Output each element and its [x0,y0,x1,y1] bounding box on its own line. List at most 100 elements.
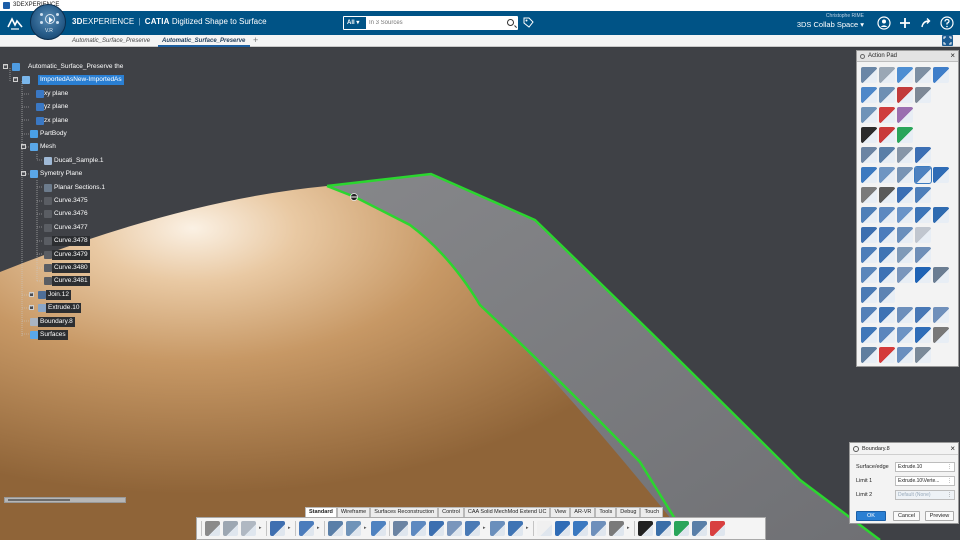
chevron-down-icon[interactable]: ⋮ [947,491,952,499]
chevron-right-icon[interactable]: ▸ [317,521,321,536]
solid-icon[interactable] [638,521,653,536]
command-icon[interactable] [879,347,895,363]
command-icon[interactable] [861,267,877,283]
command-icon[interactable] [897,147,913,163]
command-icon[interactable] [915,207,931,223]
section-tab[interactable]: Surfaces Reconstruction [370,507,439,517]
help-icon[interactable] [940,16,954,30]
command-icon[interactable] [933,167,949,183]
tree-node-label[interactable]: Curve.3478 [52,236,90,247]
section-tab[interactable]: AR-VR [570,507,596,517]
tree-node-label[interactable]: Ducati_Sample.1 [52,156,106,166]
line-icon[interactable] [555,521,570,536]
plane-icon[interactable] [573,521,588,536]
sketch-icon[interactable] [609,521,624,536]
search-scope-dropdown[interactable]: All ▾ [344,17,366,29]
spline-icon[interactable] [465,521,480,536]
measure-icon[interactable] [371,521,386,536]
command-icon[interactable] [879,327,895,343]
command-icon[interactable] [879,307,895,323]
tree-expander-icon[interactable]: − [13,77,18,83]
new-tab-icon[interactable]: + [253,35,258,46]
fit-all-icon[interactable] [942,35,953,46]
command-icon[interactable] [861,327,877,343]
tree-node-label[interactable]: Curve.3481 [52,276,90,287]
ok-button[interactable]: OK [856,511,886,521]
tree-node-label[interactable]: ImportedAsNew-ImportedAs [38,75,124,86]
limit-vertex-icon[interactable] [350,193,358,201]
collab-space-selector[interactable]: 3DS Collab Space ▾ [790,20,864,29]
command-icon[interactable] [879,207,895,223]
tree-node-label[interactable]: Extrude.10 [46,303,82,314]
close-icon[interactable]: × [950,443,955,455]
tree-expander-icon[interactable]: − [29,305,34,311]
boundary-command-icon[interactable] [914,166,932,184]
tree-node-label[interactable]: Surfaces [38,330,68,340]
tree-expander-icon[interactable]: − [21,171,26,177]
command-icon[interactable] [897,307,913,323]
multi-solid-icon[interactable] [656,521,671,536]
command-icon[interactable] [897,267,913,283]
profile-icon[interactable] [877,16,891,30]
tree-node-label[interactable]: zx plane [42,116,70,126]
cancel-button[interactable]: Cancel [893,511,920,521]
command-icon[interactable] [897,67,913,83]
tree-expander-icon[interactable]: − [3,64,8,69]
command-icon[interactable] [933,267,949,283]
command-icon[interactable] [861,107,877,123]
command-icon[interactable] [897,347,913,363]
close-icon[interactable]: × [950,51,955,61]
section-tab[interactable]: Tools [595,507,617,517]
command-icon[interactable] [861,207,877,223]
tree-node-label[interactable]: Curve.3479 [52,249,90,260]
search-icon[interactable] [507,19,514,26]
command-icon[interactable] [861,307,877,323]
surface-icon[interactable] [674,521,689,536]
undo-icon[interactable] [270,521,285,536]
boundary-dialog-header[interactable]: Boundary.8 × [850,443,958,455]
curve-icon[interactable] [447,521,462,536]
chevron-right-icon[interactable]: ▸ [627,521,631,536]
command-icon[interactable] [915,267,931,283]
tree-node-label[interactable]: Curve.3480 [52,263,90,273]
command-icon[interactable] [861,67,877,83]
command-icon[interactable] [897,207,913,223]
command-icon[interactable] [879,247,895,263]
section-tab[interactable]: Standard [305,507,337,517]
intersection-icon[interactable] [508,521,523,536]
plane-icon[interactable] [429,521,444,536]
command-icon[interactable] [915,307,931,323]
command-icon[interactable] [915,347,931,363]
tree-node-label[interactable]: Join.12 [46,289,71,300]
search-input[interactable] [369,17,499,29]
circle-icon[interactable] [591,521,606,536]
tree-node-label[interactable]: Boundary.8 [38,316,75,327]
chevron-right-icon[interactable]: ▸ [288,521,292,536]
command-icon[interactable] [879,87,895,103]
section-tab[interactable]: Debug [616,507,641,517]
section-tab[interactable]: View [550,507,571,517]
tree-expander-icon[interactable]: − [21,144,26,150]
command-icon[interactable] [915,227,931,243]
paste-icon[interactable] [241,521,256,536]
tree-scrollbar[interactable] [4,497,126,503]
command-icon[interactable] [861,287,877,303]
tree-node-label[interactable]: Curve.3476 [52,209,90,219]
scrollbar-thumb[interactable] [8,499,70,501]
tree-node-label[interactable]: Curve.3477 [52,223,90,233]
section-tab[interactable]: CAA Solid MechMod Extend UC [463,507,551,517]
curvature-icon[interactable] [692,521,707,536]
command-icon[interactable] [879,107,895,123]
surface-edge-field[interactable]: Extrude.10 ⋮ [895,462,955,472]
point-icon[interactable] [393,521,408,536]
command-icon[interactable] [915,87,931,103]
command-icon[interactable] [879,147,895,163]
projection-icon[interactable] [490,521,505,536]
user-info[interactable]: Christophe RIME 3DS Collab Space ▾ [790,13,864,29]
tree-node-label[interactable]: Symetry Plane [38,169,84,179]
command-icon[interactable] [861,147,877,163]
command-icon[interactable] [861,187,877,203]
command-icon[interactable] [915,147,931,163]
chevron-down-icon[interactable]: ⋮ [947,463,952,471]
update-icon[interactable] [299,521,314,536]
